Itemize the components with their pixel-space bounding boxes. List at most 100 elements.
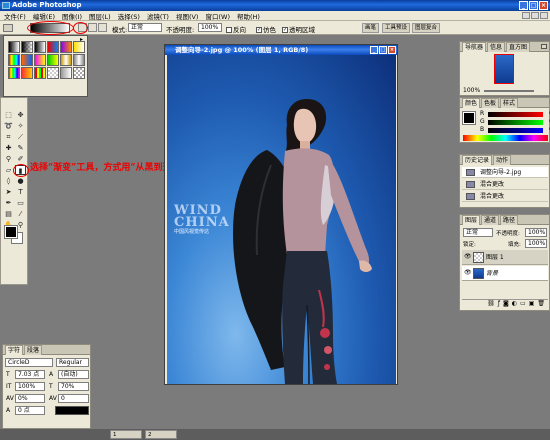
- slice-tool-icon[interactable]: ⟋: [15, 132, 26, 142]
- well-tab-tool-presets[interactable]: 工具预设: [382, 23, 411, 33]
- radial-gradient-button[interactable]: [88, 23, 97, 32]
- tracking-input[interactable]: 0%: [15, 394, 45, 403]
- gradient-preset[interactable]: [8, 41, 20, 53]
- gradient-preset[interactable]: [8, 67, 20, 79]
- menu-window[interactable]: 窗口(W): [205, 11, 230, 21]
- gradient-preset[interactable]: [34, 41, 46, 53]
- red-slider[interactable]: R 0: [480, 110, 550, 117]
- doc-win-close-icon[interactable]: ×: [388, 46, 396, 54]
- eye-icon[interactable]: 👁: [464, 270, 472, 276]
- font-style-select[interactable]: Regular: [56, 358, 89, 367]
- baseline-shift-input[interactable]: 0 点: [15, 406, 45, 415]
- menu-help[interactable]: 帮助(H): [237, 11, 260, 21]
- font-size-input[interactable]: 7.03 点: [15, 370, 45, 379]
- history-item[interactable]: 混合更改: [462, 191, 548, 202]
- folder-icon[interactable]: ▭: [520, 300, 526, 308]
- leading-input[interactable]: (自动): [58, 370, 89, 379]
- layer-row[interactable]: 👁 背景: [462, 266, 548, 281]
- close-icon[interactable]: ×: [539, 1, 548, 10]
- opacity-input[interactable]: 100%: [198, 23, 222, 32]
- crop-tool-icon[interactable]: ⌗: [3, 132, 14, 142]
- path-select-icon[interactable]: ➤: [3, 187, 14, 197]
- dither-checkbox[interactable]: 仿色: [256, 24, 276, 34]
- taskbar-item[interactable]: 1: [110, 430, 142, 439]
- pen-tool-icon[interactable]: ✒: [3, 198, 14, 208]
- well-tab-layer-comps[interactable]: 图层复合: [412, 23, 441, 33]
- tab-histogram[interactable]: 直方图: [506, 42, 531, 52]
- text-color-swatch[interactable]: [55, 406, 89, 415]
- menu-view[interactable]: 视图(V): [176, 11, 199, 21]
- layer-fill-input[interactable]: 100%: [525, 239, 547, 248]
- blur-tool-icon[interactable]: ◊: [3, 176, 14, 186]
- dodge-tool-icon[interactable]: ●: [15, 176, 26, 186]
- healing-brush-icon[interactable]: ✚: [3, 143, 14, 153]
- photo-canvas[interactable]: WIND CHINA 中国风视觉传达: [167, 55, 396, 384]
- navigator-zoom[interactable]: 100%: [463, 87, 480, 94]
- doc-minimize-icon[interactable]: [522, 12, 530, 19]
- mask-icon[interactable]: ◙: [503, 300, 509, 308]
- menu-select[interactable]: 选择(S): [118, 11, 140, 21]
- color-spectrum-bar[interactable]: [463, 135, 548, 141]
- gradient-preset[interactable]: [34, 67, 46, 79]
- doc-close-icon[interactable]: [540, 12, 548, 19]
- history-item[interactable]: 调整向导-2.jpg: [462, 167, 548, 178]
- lasso-tool-icon[interactable]: ➰: [3, 121, 14, 131]
- tab-paragraph[interactable]: 段落: [24, 345, 43, 355]
- kerning-input[interactable]: 0: [58, 394, 89, 403]
- gradient-preset[interactable]: [47, 41, 59, 53]
- gradient-preset[interactable]: [73, 67, 85, 79]
- gradient-preset[interactable]: [73, 41, 85, 53]
- tab-styles[interactable]: 样式: [500, 98, 519, 108]
- history-brush-icon[interactable]: ✐: [15, 154, 26, 164]
- shape-tool-icon[interactable]: ▭: [15, 198, 26, 208]
- doc-restore-icon[interactable]: [531, 12, 539, 19]
- eyedropper-tool-icon[interactable]: ⁄: [15, 209, 26, 219]
- tab-info[interactable]: 信息: [487, 42, 506, 52]
- reverse-checkbox[interactable]: 反向: [226, 24, 246, 34]
- tab-actions[interactable]: 动作: [493, 155, 512, 165]
- link-icon[interactable]: ⛓: [487, 300, 495, 308]
- gradient-preset[interactable]: [47, 67, 59, 79]
- navigator-thumbnail[interactable]: [494, 54, 514, 84]
- menu-image[interactable]: 图像(I): [62, 11, 82, 21]
- layer-blend-mode-select[interactable]: 正常: [463, 228, 493, 237]
- type-tool-icon[interactable]: T: [15, 187, 26, 197]
- tab-color[interactable]: 颜色: [462, 98, 481, 108]
- doc-win-maximize-icon[interactable]: □: [379, 46, 387, 54]
- gradient-preset[interactable]: [21, 67, 33, 79]
- menu-file[interactable]: 文件(F): [4, 11, 26, 21]
- notes-tool-icon[interactable]: ▤: [3, 209, 14, 219]
- tool-preset-picker[interactable]: [3, 24, 13, 32]
- vertical-scale-input[interactable]: 100%: [15, 382, 45, 391]
- tab-history[interactable]: 历史记录: [462, 155, 493, 165]
- gradient-preset[interactable]: [21, 41, 33, 53]
- history-item[interactable]: 混合更改: [462, 179, 548, 190]
- tab-swatches[interactable]: 色板: [481, 98, 500, 108]
- gradient-preset[interactable]: [47, 54, 59, 66]
- tab-character[interactable]: 字符: [5, 345, 24, 355]
- gradient-preset[interactable]: [60, 54, 72, 66]
- font-family-select[interactable]: CircleD: [5, 358, 53, 367]
- brush-tool-icon[interactable]: ✎: [15, 143, 26, 153]
- gradient-preset[interactable]: [60, 41, 72, 53]
- color-panel-foreground-swatch[interactable]: [462, 111, 476, 125]
- tab-channels[interactable]: 通道: [481, 215, 500, 225]
- minimize-icon[interactable]: _: [519, 1, 528, 10]
- tab-paths[interactable]: 路径: [500, 215, 519, 225]
- horizontal-scale-input[interactable]: 70%: [58, 382, 89, 391]
- layer-opacity-input[interactable]: 100%: [525, 228, 547, 237]
- clone-stamp-icon[interactable]: ⚲: [3, 154, 14, 164]
- gradient-preset[interactable]: [8, 54, 20, 66]
- gradient-preset[interactable]: [34, 54, 46, 66]
- gradient-preset[interactable]: [21, 54, 33, 66]
- taskbar-item[interactable]: 2: [145, 430, 177, 439]
- trash-icon[interactable]: 🗑: [537, 300, 545, 308]
- marquee-tool-icon[interactable]: ⬚: [3, 110, 14, 120]
- menu-edit[interactable]: 编辑(E): [33, 11, 55, 21]
- angle-gradient-button[interactable]: [98, 23, 107, 32]
- gradient-preset[interactable]: [73, 54, 85, 66]
- tab-layers[interactable]: 图层: [462, 215, 481, 225]
- move-tool-icon[interactable]: ✥: [15, 110, 26, 120]
- eye-icon[interactable]: 👁: [464, 254, 472, 260]
- navigator-zoom-slider[interactable]: [484, 90, 534, 92]
